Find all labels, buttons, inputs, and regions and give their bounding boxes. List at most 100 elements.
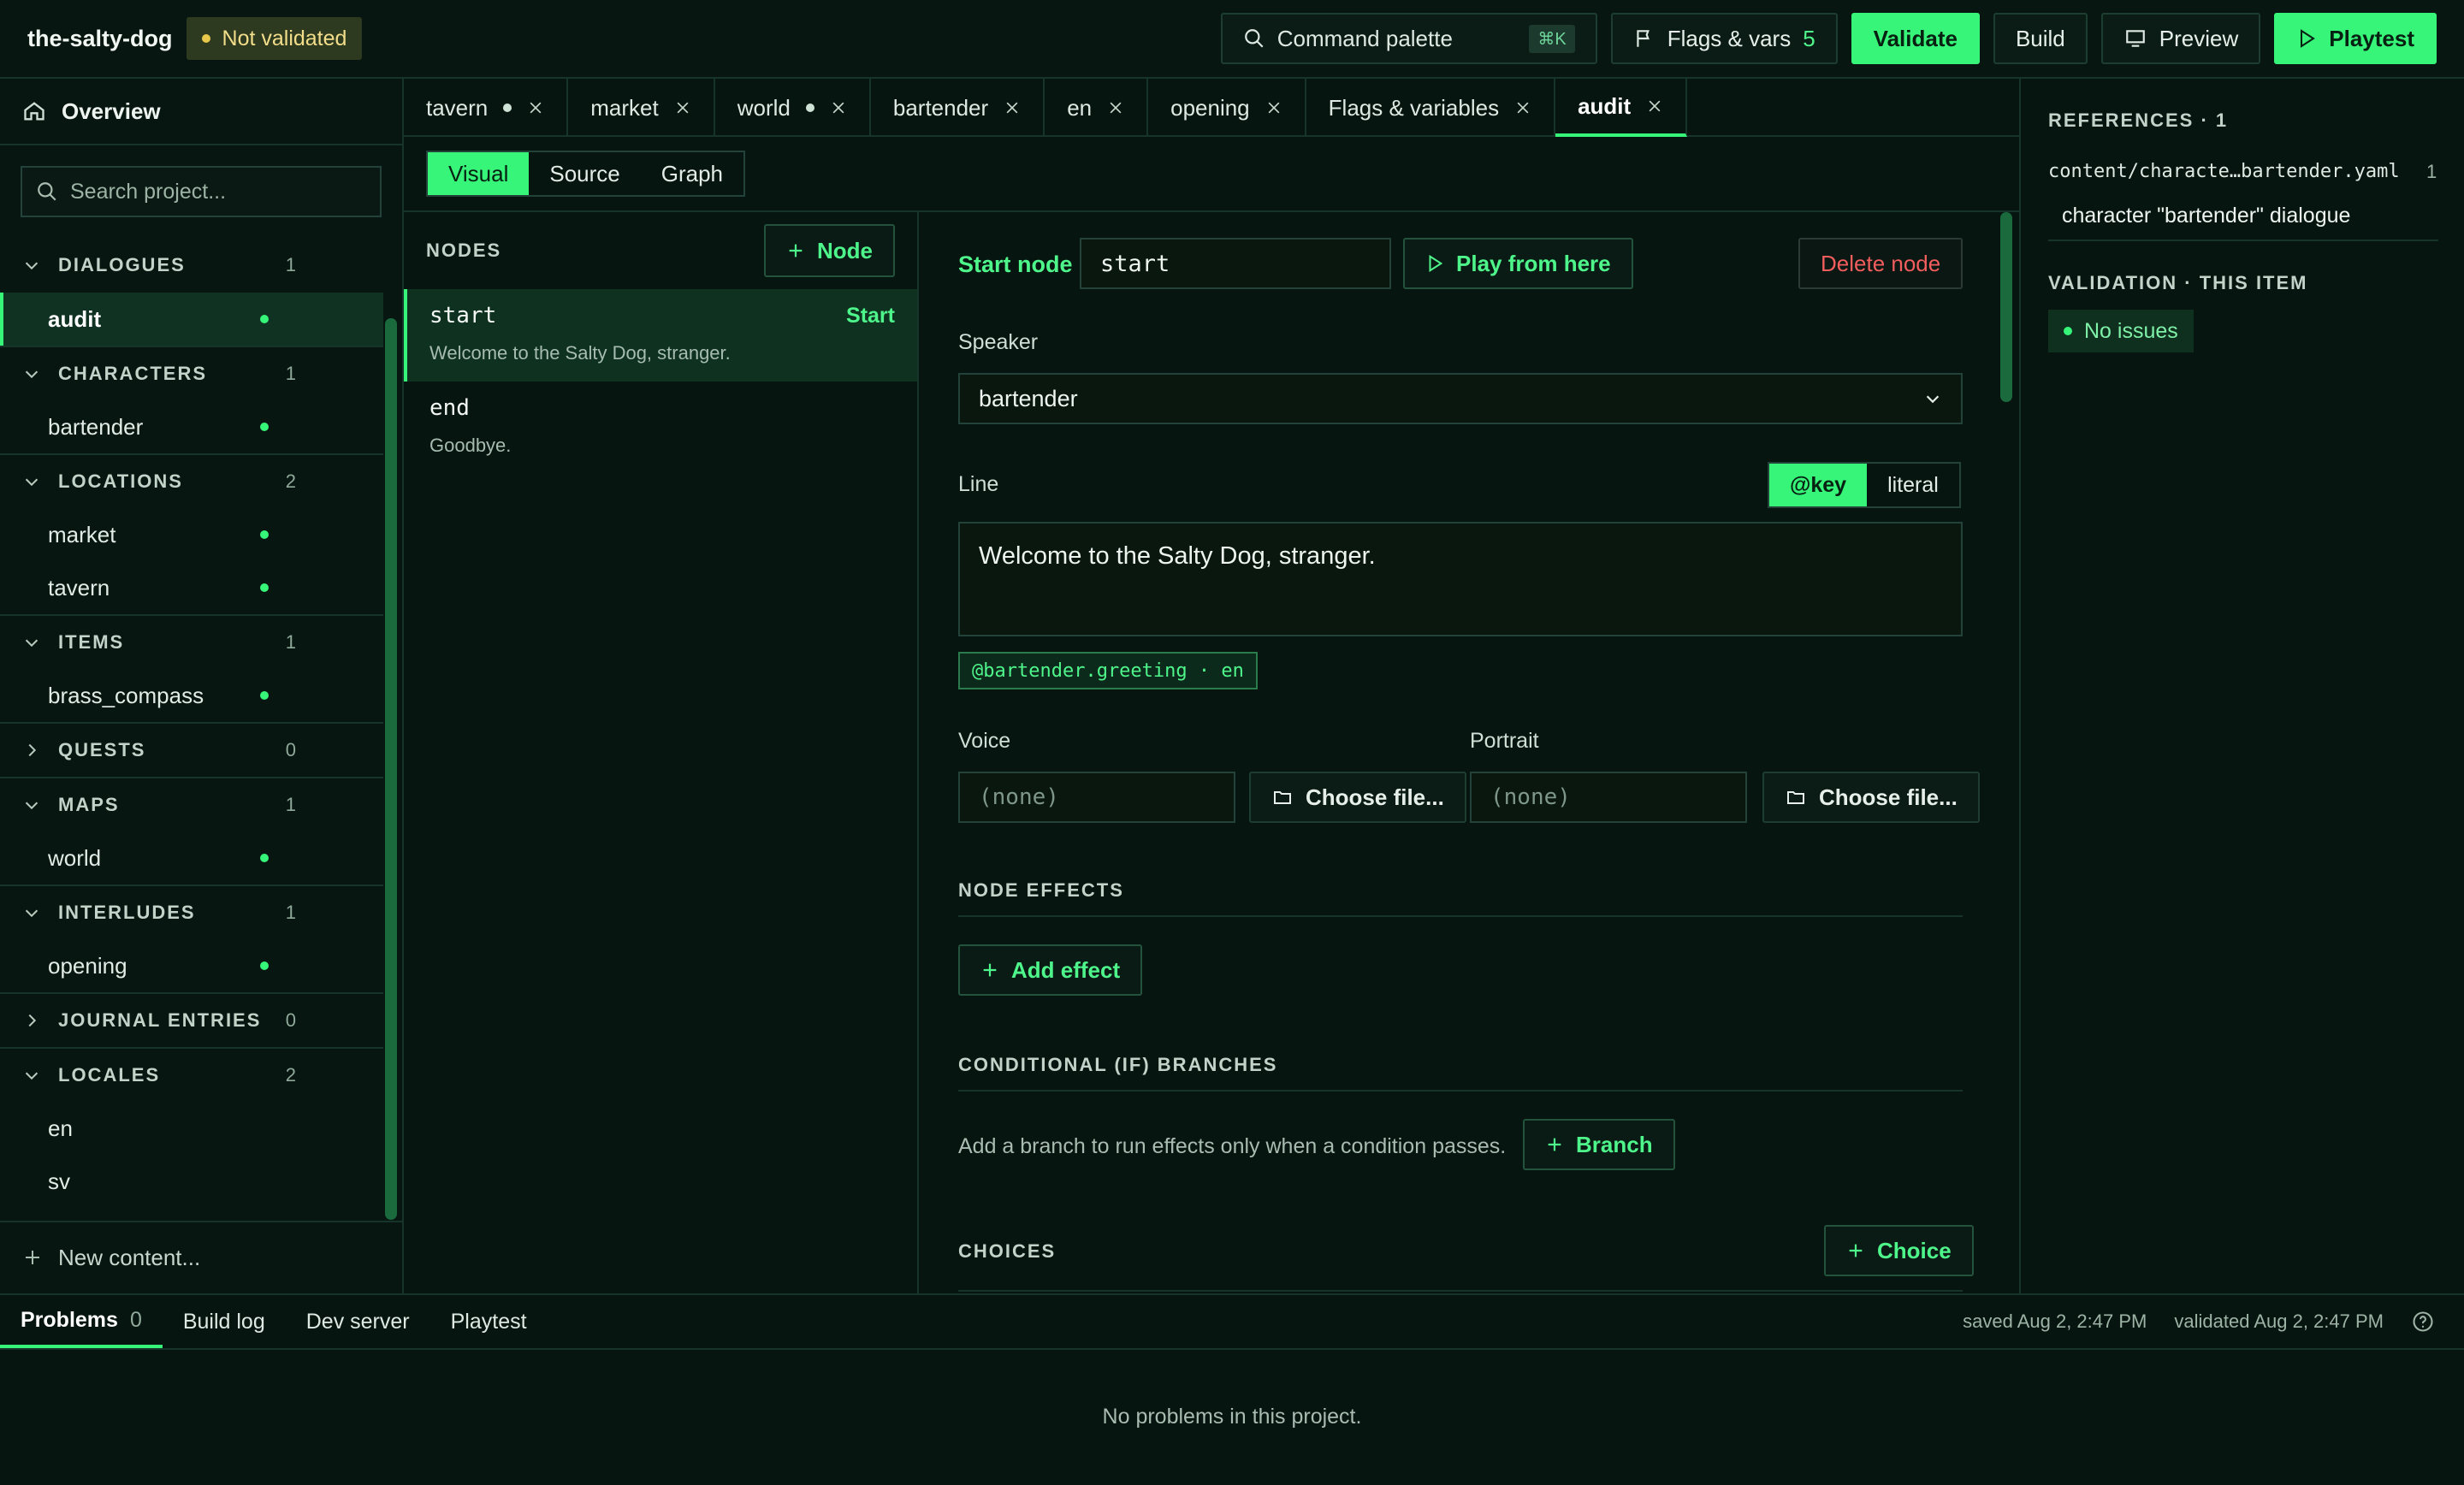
bottom-tab[interactable]: Dev server [286, 1295, 430, 1348]
status-dot-icon [260, 315, 269, 323]
editor-tab-label: audit [1578, 92, 1632, 119]
plus-icon [1849, 1244, 1863, 1257]
warning-dot-icon [201, 34, 210, 43]
chevron-down-icon [25, 909, 38, 918]
add-branch-button[interactable]: Branch [1523, 1119, 1675, 1170]
portrait-choose-file-button[interactable]: Choose file... [1762, 772, 1980, 823]
validate-button[interactable]: Validate [1851, 13, 1980, 64]
close-icon[interactable] [527, 99, 544, 116]
play-icon [1429, 254, 1443, 273]
bottom-tab-label: Dev server [305, 1309, 410, 1334]
project-search[interactable] [21, 166, 382, 217]
references-title: REFERENCES · 1 [2048, 109, 2229, 131]
bottom-tab[interactable]: Build log [163, 1295, 286, 1348]
sidebar-item-label: en [48, 1115, 73, 1141]
preview-button[interactable]: Preview [2100, 13, 2261, 64]
close-icon[interactable] [1646, 98, 1663, 115]
play-from-here-label: Play from here [1456, 250, 1611, 276]
line-mode-literal-option[interactable]: literal [1867, 464, 1959, 506]
start-node-input[interactable]: start [1080, 238, 1391, 289]
build-button[interactable]: Build [1993, 13, 2088, 64]
sidebar-section-header[interactable]: ITEMS 1 [0, 614, 383, 669]
help-icon[interactable] [2411, 1310, 2435, 1334]
editor-tab-label: market [590, 94, 659, 121]
status-dot-icon [260, 691, 269, 700]
editor-tab[interactable]: en [1045, 79, 1149, 137]
conditional-branches-title: CONDITIONAL (IF) BRANCHES [958, 1054, 1278, 1075]
view-visual-button[interactable]: Visual [428, 152, 530, 195]
portrait-label: Portrait [1470, 729, 1539, 753]
sidebar-item-label: audit [48, 305, 102, 332]
validation-result-badge: No issues [2048, 310, 2194, 352]
view-graph-button[interactable]: Graph [641, 152, 743, 195]
sidebar-item[interactable]: market [0, 508, 383, 561]
editor-tab-label: Flags & variables [1328, 94, 1500, 121]
sidebar-section-header[interactable]: LOCATIONS 2 [0, 453, 383, 508]
add-node-button[interactable]: Node [764, 224, 895, 277]
command-palette-button[interactable]: Command palette ⌘K [1220, 13, 1597, 64]
speaker-select[interactable]: bartender [958, 373, 1963, 424]
sidebar-item[interactable]: en [0, 1102, 383, 1155]
sidebar-section-label: QUESTS [58, 739, 146, 760]
sidebar-item-label: world [48, 844, 102, 871]
project-search-input[interactable] [70, 179, 378, 204]
close-icon[interactable] [1004, 99, 1021, 116]
status-dot-icon [260, 530, 269, 539]
editor-tab[interactable]: audit [1555, 79, 1688, 137]
line-mode-key-option[interactable]: @key [1769, 464, 1868, 506]
sidebar-item[interactable]: audit [0, 293, 383, 346]
sidebar-item[interactable]: tavern [0, 561, 383, 614]
playtest-button[interactable]: Playtest [2274, 13, 2437, 64]
voice-input[interactable]: (none) [958, 772, 1235, 823]
new-content-button[interactable]: New content... [0, 1221, 402, 1293]
play-icon [2301, 29, 2316, 48]
voice-choose-file-button[interactable]: Choose file... [1249, 772, 1466, 823]
close-icon[interactable] [1107, 99, 1124, 116]
sidebar-item[interactable]: bartender [0, 400, 383, 453]
bottom-tab[interactable]: Problems 0 [0, 1295, 163, 1348]
view-source-button[interactable]: Source [529, 152, 640, 195]
flags-vars-button[interactable]: Flags & vars 5 [1610, 13, 1838, 64]
close-icon[interactable] [1514, 99, 1531, 116]
portrait-input[interactable]: (none) [1470, 772, 1747, 823]
sidebar-section-label: DIALOGUES [58, 254, 186, 275]
sidebar-item[interactable]: sv [0, 1155, 383, 1208]
delete-node-button[interactable]: Delete node [1798, 238, 1964, 289]
editor-tab[interactable]: bartender [871, 79, 1045, 137]
add-choice-button[interactable]: Choice [1824, 1225, 1974, 1276]
line-textarea[interactable]: Welcome to the Salty Dog, stranger. [958, 522, 1963, 636]
reference-path[interactable]: content/characte…bartender.yaml [2048, 161, 2400, 182]
play-from-here-button[interactable]: Play from here [1403, 238, 1633, 289]
sidebar-section-header[interactable]: MAPS 1 [0, 777, 383, 831]
sidebar-section-count: 1 [285, 631, 298, 653]
node-list-item[interactable]: end Goodbye. [404, 382, 917, 474]
close-icon[interactable] [674, 99, 691, 116]
sidebar-item[interactable]: world [0, 831, 383, 884]
sidebar-section-header[interactable]: LOCALES 2 [0, 1047, 383, 1102]
sidebar-section-header[interactable]: DIALOGUES 1 [0, 238, 383, 293]
validation-status-text: Not validated [222, 26, 347, 50]
editor-tab[interactable]: opening [1148, 79, 1306, 137]
add-effect-button[interactable]: Add effect [958, 944, 1143, 996]
close-icon[interactable] [1265, 99, 1282, 116]
editor-tab[interactable]: world [715, 79, 871, 137]
sidebar-item[interactable]: brass_compass [0, 669, 383, 722]
detail-scrollbar[interactable] [2000, 212, 2012, 402]
close-icon[interactable] [830, 99, 847, 116]
sidebar-item-label: brass_compass [48, 682, 204, 708]
editor-tab[interactable]: tavern [404, 79, 569, 137]
bottom-tab[interactable]: Playtest [430, 1295, 548, 1348]
editor-tab[interactable]: Flags & variables [1306, 79, 1556, 137]
nodes-title: NODES [426, 240, 502, 261]
sidebar-section-header[interactable]: JOURNAL ENTRIES 0 [0, 992, 383, 1047]
sidebar-section-header[interactable]: QUESTS 0 [0, 722, 383, 777]
sidebar-section-header[interactable]: CHARACTERS 1 [0, 346, 383, 400]
sidebar-overview[interactable]: Overview [0, 79, 402, 145]
sidebar-section-label: ITEMS [58, 631, 125, 653]
editor-tab[interactable]: market [568, 79, 715, 137]
sidebar-section-header[interactable]: INTERLUDES 1 [0, 884, 383, 939]
line-mode-toggle: @key literal [1768, 462, 1961, 508]
sidebar-scrollbar[interactable] [385, 318, 397, 1220]
node-list-item[interactable]: start Start Welcome to the Salty Dog, stra… [404, 289, 917, 382]
sidebar-item[interactable]: opening [0, 939, 383, 992]
